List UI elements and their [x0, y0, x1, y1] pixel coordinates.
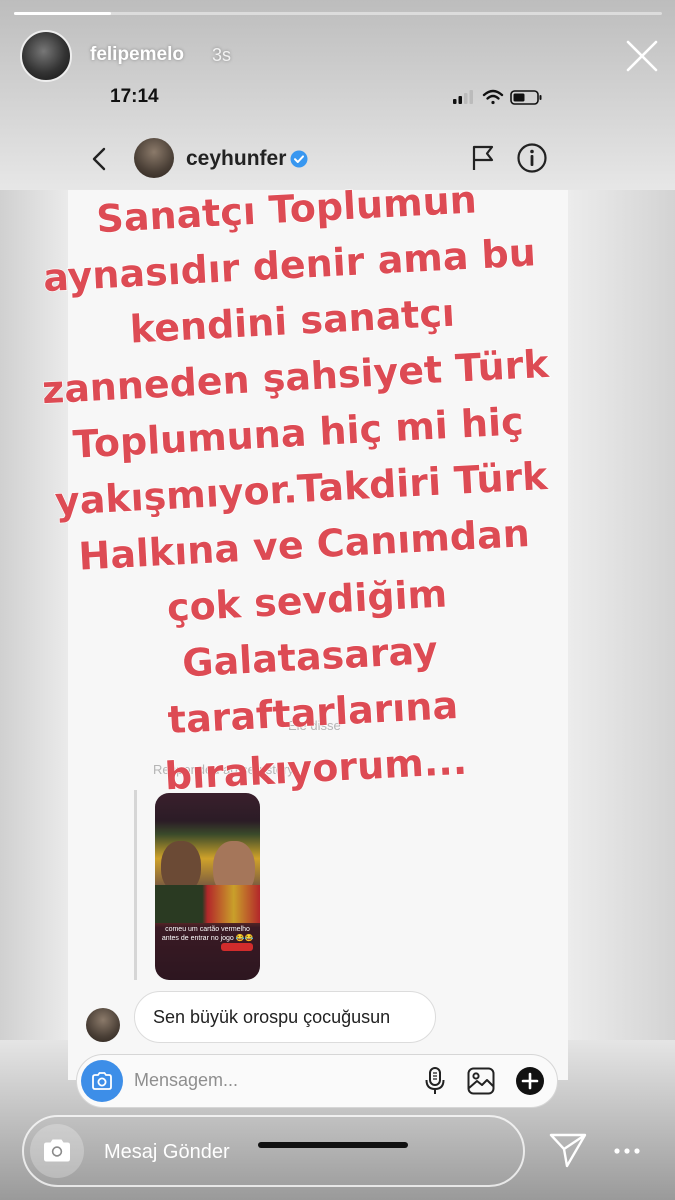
thumbnail-caption: comeu um cartão vermelho antes de entrar… [161, 926, 254, 942]
message-input[interactable] [134, 1066, 404, 1094]
camera-icon [92, 1072, 112, 1090]
overlay-line: aynasıdır denir ama bu [42, 230, 537, 300]
overlay-line: çok sevdiğim [166, 571, 448, 630]
thumbnail-tag [221, 943, 253, 951]
message-avatar [86, 1008, 120, 1042]
message-text: Sen büyük orospu çocuğusun [153, 1007, 391, 1027]
camera-icon [44, 1139, 70, 1162]
home-indicator [258, 1142, 408, 1148]
status-icons [453, 89, 542, 105]
overlay-line: Sanatçı Toplumun [95, 177, 477, 241]
overlay-line: Galatasaray [181, 628, 439, 685]
story-avatar[interactable] [20, 30, 72, 82]
add-icon[interactable] [515, 1066, 545, 1096]
story-progress-bar [14, 12, 662, 15]
send-icon[interactable] [548, 1130, 588, 1170]
overlay-line: Halkına ve Canımdan [77, 511, 530, 579]
status-bar-time: 17:14 [110, 86, 159, 107]
overlay-mention: @ceyhunfer [304, 808, 531, 810]
overlay-line: bırakıyorum... [164, 739, 468, 799]
overlay-line: kendini sanatçı [129, 291, 456, 352]
story-thumbnail[interactable]: comeu um cartão vermelho antes de entrar… [155, 793, 260, 980]
more-options-icon[interactable] [612, 1142, 642, 1160]
reply-quote-bar [134, 790, 137, 980]
microphone-icon[interactable] [424, 1066, 446, 1096]
overlay-line: taraftarlarına [167, 683, 459, 742]
story-progress-fill [14, 12, 112, 15]
close-icon[interactable] [624, 38, 660, 74]
signal-icon [453, 90, 473, 104]
thumbnail-jerseys [155, 885, 260, 923]
overlay-line: Toplumuna hiç mi hiç [72, 399, 525, 467]
battery-icon [510, 90, 542, 105]
story-time-ago: 3s [212, 45, 232, 65]
wifi-icon [482, 89, 504, 105]
story-text-overlay: Sanatçı Toplumun aynasıdır denir ama bu … [40, 177, 551, 810]
story-username[interactable]: felipemelo [90, 44, 184, 66]
gallery-icon[interactable] [466, 1066, 496, 1096]
